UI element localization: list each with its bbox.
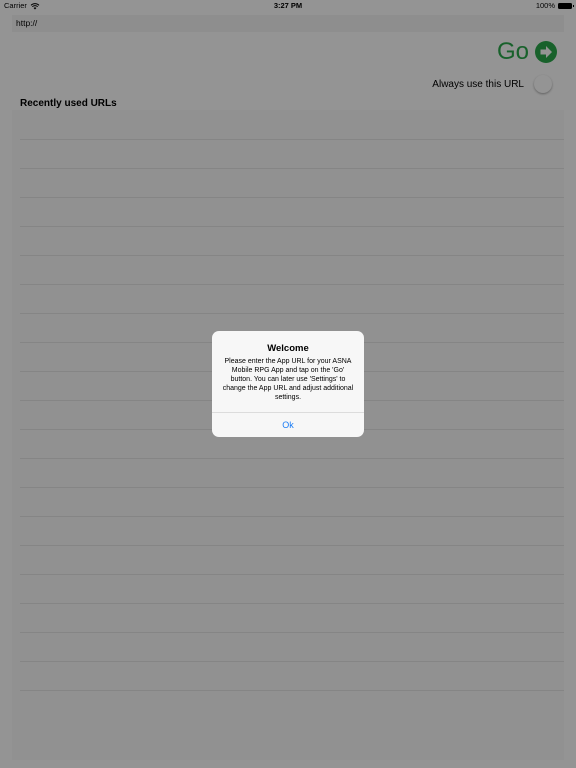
alert-message: Please enter the App URL for your ASNA M… — [222, 358, 354, 401]
ok-button[interactable]: Ok — [212, 412, 364, 437]
alert-title: Welcome — [267, 343, 309, 354]
welcome-alert: Welcome Please enter the App URL for you… — [212, 331, 364, 437]
